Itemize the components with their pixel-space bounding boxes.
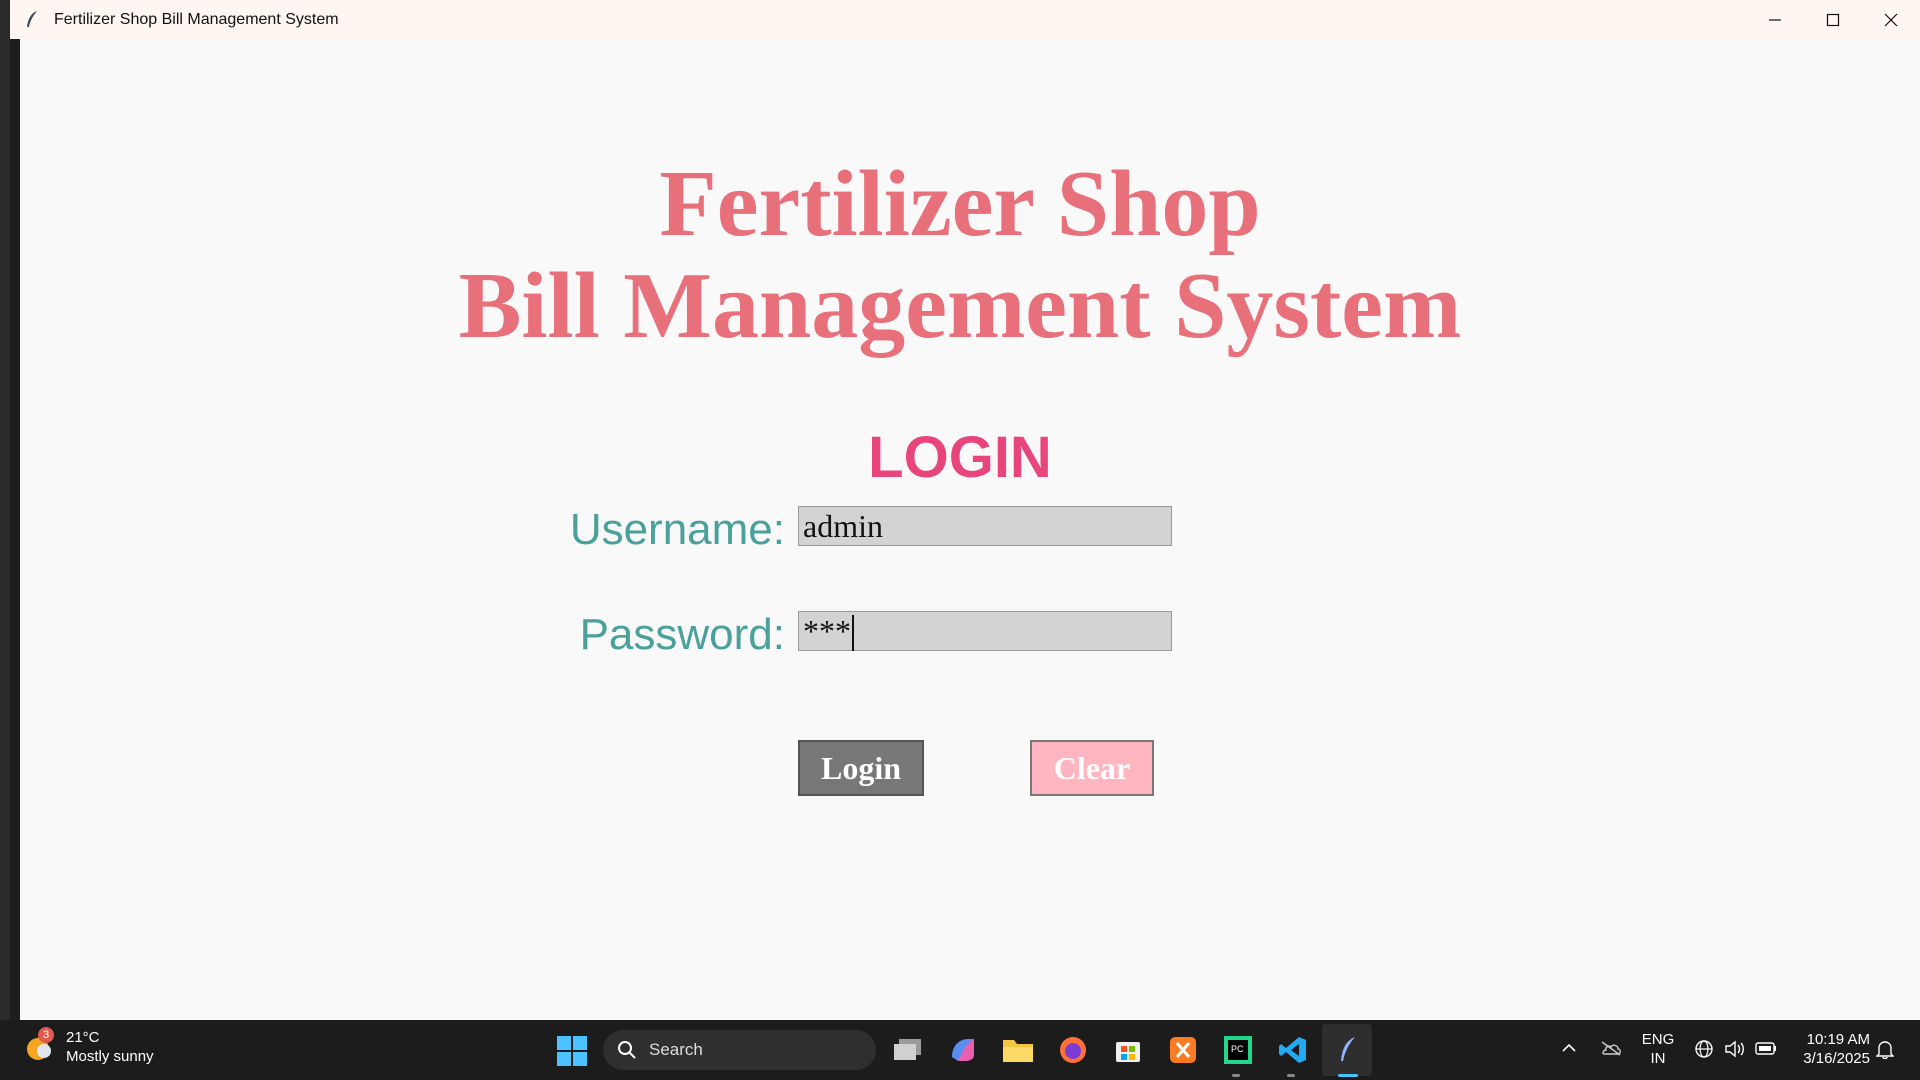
weather-desc: Mostly sunny [66, 1048, 154, 1065]
network-globe-icon[interactable] [1694, 1039, 1714, 1063]
maximize-icon [1826, 13, 1840, 26]
battery-icon[interactable] [1754, 1040, 1778, 1060]
task-view-icon[interactable] [891, 1033, 925, 1067]
password-value: *** [803, 613, 851, 649]
minimize-icon [1769, 18, 1781, 21]
search-icon [618, 1041, 636, 1059]
notification-bell-icon[interactable] [1875, 1039, 1895, 1063]
password-label: Password: [579, 610, 785, 659]
lang-line-2: IN [1650, 1050, 1666, 1067]
vscode-running-indicator [1287, 1074, 1295, 1077]
weather-sun-icon: 3 [24, 1027, 56, 1063]
title-bar[interactable]: Fertilizer Shop Bill Management System [10, 0, 1920, 39]
password-input[interactable]: *** [798, 611, 1172, 651]
username-label: Username: [569, 505, 785, 554]
chevron-up-icon[interactable] [1562, 1040, 1576, 1057]
weather-temp: 21°C [66, 1029, 100, 1046]
store-icon[interactable] [1111, 1033, 1145, 1067]
username-value: admin [803, 508, 883, 544]
clock[interactable]: 10:19 AM 3/16/2025 [1790, 1030, 1870, 1068]
taskbar: 3 21°C Mostly sunny Search PC ENG IN 10:… [0, 1020, 1920, 1080]
login-title: LOGIN [868, 425, 1052, 490]
active-app-indicator [1338, 1074, 1358, 1077]
pycharm-running-indicator [1232, 1074, 1240, 1077]
pycharm-icon[interactable]: PC [1221, 1033, 1255, 1067]
svg-text:PC: PC [1231, 1044, 1244, 1054]
heading-line-2: Bill Management System [458, 254, 1462, 358]
copilot-icon[interactable] [946, 1033, 980, 1067]
search-label: Search [649, 1040, 703, 1059]
onedrive-off-icon[interactable] [1600, 1040, 1622, 1060]
clock-date: 3/16/2025 [1803, 1050, 1870, 1067]
minimize-button[interactable] [1746, 0, 1804, 39]
window-title: Fertilizer Shop Bill Management System [54, 10, 339, 28]
file-explorer-icon[interactable] [1001, 1033, 1035, 1067]
close-icon [1884, 13, 1898, 26]
lang-line-1: ENG [1641, 1031, 1675, 1048]
app-window: Fertilizer Shop Bill Management System F… [10, 0, 1920, 1020]
weather-badge: 3 [38, 1027, 54, 1043]
python-feather-icon[interactable] [1331, 1033, 1365, 1067]
taskbar-search[interactable]: Search [603, 1030, 876, 1070]
username-input[interactable]: admin [798, 506, 1172, 546]
login-button[interactable]: Login [798, 740, 924, 796]
heading-line-1: Fertilizer Shop [659, 152, 1261, 256]
clear-button[interactable]: Clear [1030, 740, 1154, 796]
firefox-icon[interactable] [1056, 1033, 1090, 1067]
close-button[interactable] [1862, 0, 1920, 39]
clock-time: 10:19 AM [1806, 1031, 1870, 1048]
volume-icon[interactable] [1724, 1039, 1746, 1063]
windows-start-icon[interactable] [557, 1036, 587, 1066]
text-caret [852, 614, 854, 651]
maximize-button[interactable] [1804, 0, 1862, 39]
weather-widget[interactable]: 3 21°C Mostly sunny [24, 1027, 154, 1066]
language-indicator[interactable]: ENG IN [1640, 1030, 1676, 1068]
feather-icon [22, 10, 42, 30]
vscode-icon[interactable] [1276, 1033, 1310, 1067]
xampp-icon[interactable] [1166, 1033, 1200, 1067]
